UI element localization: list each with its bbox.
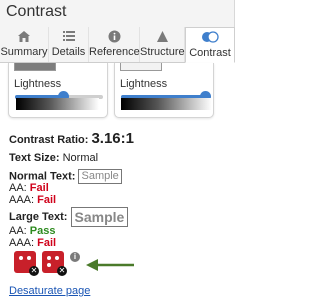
large-text-sample: Sample	[70, 207, 129, 227]
foreground-swatch[interactable]	[14, 63, 56, 71]
normal-aa-result: Fail	[29, 182, 49, 194]
large-aa-label: AA:	[9, 225, 27, 237]
home-icon	[18, 31, 30, 42]
tab-contrast-label: Contrast	[189, 47, 231, 59]
close-icon: ✕	[29, 266, 39, 276]
normal-text-sample: Sample	[78, 169, 122, 184]
large-aa-result: Pass	[29, 225, 56, 237]
foreground-lightness-gradient	[16, 98, 99, 110]
info-icon	[108, 30, 120, 43]
list-icon	[62, 31, 75, 41]
tab-details[interactable]: Details	[49, 27, 89, 62]
normal-aa-label: AA:	[9, 182, 27, 194]
normal-aaa-label: AAA:	[9, 194, 35, 206]
foreground-lightness-label: Lightness	[14, 78, 62, 90]
desaturate-page-link[interactable]: Desaturate page	[9, 285, 90, 297]
text-size-value: Normal	[62, 152, 99, 164]
tab-summary-label: Summary	[0, 46, 48, 58]
large-text-label: Large Text:	[9, 210, 68, 223]
tab-structure-label: Structure	[140, 46, 185, 58]
tab-reference-label: Reference	[89, 46, 140, 58]
contrast-ratio-value: 3.16:1	[91, 130, 134, 147]
single-dot-toggle-button[interactable]: ✕	[14, 251, 39, 276]
background-lightness-gradient	[121, 98, 212, 110]
tab-structure[interactable]: Structure	[140, 27, 185, 62]
tab-contrast[interactable]: Contrast	[185, 27, 235, 63]
tab-details-label: Details	[51, 46, 86, 58]
large-aaa-result: Fail	[37, 237, 57, 249]
tab-reference[interactable]: Reference	[89, 27, 140, 62]
background-lightness-label: Lightness	[120, 78, 168, 90]
background-swatch[interactable]	[120, 63, 162, 71]
large-aaa-label: AAA:	[9, 237, 35, 249]
contrast-icon	[202, 31, 219, 43]
multi-dot-toggle-button[interactable]: ✕	[42, 251, 67, 276]
contrast-ratio-label: Contrast Ratio:	[9, 134, 89, 146]
text-size-label: Text Size:	[9, 152, 60, 164]
normal-aaa-row: AAA: Fail	[9, 194, 56, 206]
normal-text-label: Normal Text:	[9, 170, 76, 183]
tab-bar: Summary Details Reference Structure Cont…	[0, 27, 235, 63]
panel-title: Contrast	[6, 3, 67, 20]
large-aaa-row: AAA: Fail	[9, 237, 56, 249]
contrast-panel: Contrast Summary Details Reference Struc…	[0, 0, 235, 300]
contrast-ratio-row: Contrast Ratio: 3.16:1	[9, 130, 134, 147]
large-aa-row: AA: Pass	[9, 225, 56, 237]
normal-aa-row: AA: Fail	[9, 182, 49, 194]
arrow-left-icon	[86, 259, 134, 271]
large-text-row: Large Text: Sample	[9, 207, 129, 227]
structure-icon	[156, 31, 168, 42]
normal-aaa-result: Fail	[37, 194, 57, 206]
text-size-row: Text Size: Normal	[9, 152, 98, 164]
close-icon: ✕	[57, 266, 67, 276]
tab-summary[interactable]: Summary	[0, 27, 49, 62]
info-icon[interactable]: i	[70, 252, 80, 262]
